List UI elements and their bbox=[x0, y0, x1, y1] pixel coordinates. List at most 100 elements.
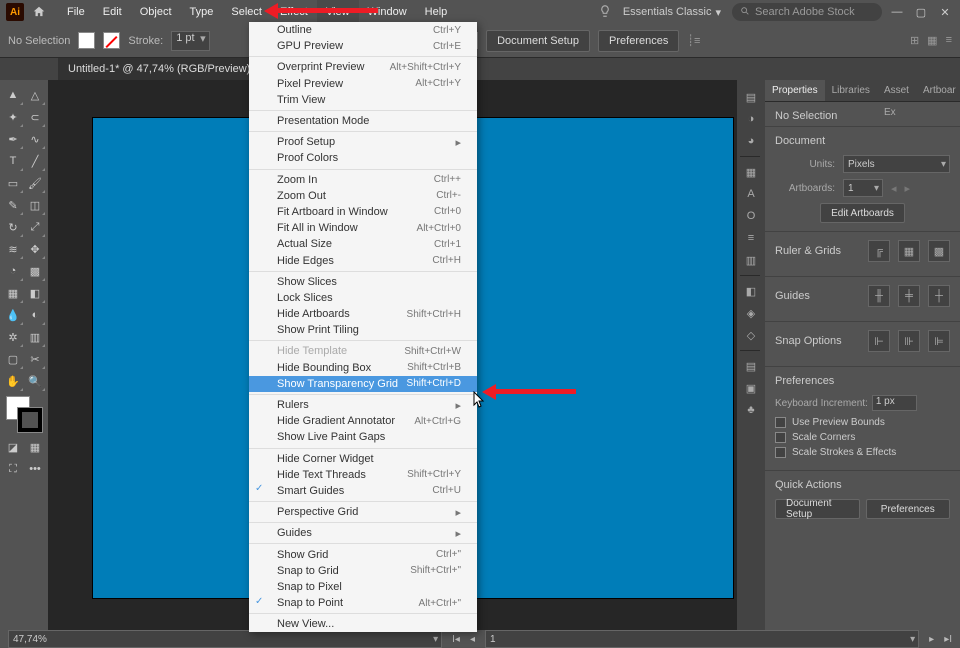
asset-export-panel-icon[interactable]: ▣ bbox=[740, 377, 762, 399]
rotate-tool[interactable]: ↻ bbox=[2, 216, 24, 238]
use-preview-bounds-check[interactable]: Use Preview Bounds bbox=[775, 417, 950, 428]
keyboard-increment-input[interactable]: 1 px bbox=[872, 395, 917, 411]
minimize-button[interactable]: — bbox=[888, 6, 906, 18]
maximize-button[interactable]: ▢ bbox=[912, 6, 930, 19]
zoom-tool[interactable]: 🔍 bbox=[24, 370, 46, 392]
view-menu-new-view-[interactable]: New View... bbox=[249, 616, 477, 632]
color-mode-color[interactable]: ◪ bbox=[2, 436, 24, 458]
rectangle-tool[interactable]: ▭ bbox=[2, 172, 24, 194]
prev-artboard-icon[interactable]: ◂ bbox=[891, 182, 897, 195]
grid-toggle-icon[interactable]: ▦ bbox=[898, 240, 920, 262]
paintbrush-tool[interactable]: 🖌 bbox=[24, 172, 46, 194]
artboards-panel-icon[interactable]: ♣ bbox=[740, 399, 762, 421]
search-stock-input[interactable]: Search Adobe Stock bbox=[732, 3, 882, 21]
view-menu-proof-colors[interactable]: Proof Colors bbox=[249, 150, 477, 166]
fill-swatch[interactable] bbox=[78, 32, 95, 49]
tab-asset-export[interactable]: Asset Ex bbox=[877, 80, 916, 101]
type-tool[interactable]: T bbox=[2, 150, 24, 172]
view-menu-gpu-preview[interactable]: GPU PreviewCtrl+E bbox=[249, 38, 477, 54]
view-menu-show-live-paint-gaps[interactable]: Show Live Paint Gaps bbox=[249, 429, 477, 445]
view-menu-snap-to-pixel[interactable]: Snap to Pixel bbox=[249, 579, 477, 595]
scale-corners-check[interactable]: Scale Corners bbox=[775, 432, 950, 443]
view-menu-perspective-grid[interactable]: Perspective Grid▸ bbox=[249, 504, 477, 520]
view-menu-outline[interactable]: OutlineCtrl+Y bbox=[249, 22, 477, 38]
next-artboard-nav-icon[interactable]: ▸ bbox=[929, 634, 934, 645]
smart-guides-icon[interactable]: ┼ bbox=[928, 285, 950, 307]
snap-point-icon[interactable]: ⊩ bbox=[868, 330, 890, 352]
view-menu-trim-view[interactable]: Trim View bbox=[249, 92, 477, 108]
view-menu-hide-corner-widget[interactable]: Hide Corner Widget bbox=[249, 451, 477, 467]
color-guide-panel-icon[interactable]: ◕ bbox=[740, 130, 762, 152]
gradient-panel-icon[interactable]: ▥ bbox=[740, 249, 762, 271]
view-menu-hide-bounding-box[interactable]: Hide Bounding BoxShift+Ctrl+B bbox=[249, 360, 477, 376]
artboard-nav-select[interactable]: 1 bbox=[485, 630, 919, 648]
edit-artboards-button[interactable]: Edit Artboards bbox=[820, 203, 905, 223]
snap-grid-icon[interactable]: ⊪ bbox=[898, 330, 920, 352]
shaper-tool[interactable]: ✎ bbox=[2, 194, 24, 216]
hand-tool[interactable]: ✋ bbox=[2, 370, 24, 392]
eraser-tool[interactable]: ◫ bbox=[24, 194, 46, 216]
document-setup-button[interactable]: Document Setup bbox=[486, 30, 590, 52]
view-menu-actual-size[interactable]: Actual SizeCtrl+1 bbox=[249, 236, 477, 252]
view-menu-fit-artboard-in-window[interactable]: Fit Artboard in WindowCtrl+0 bbox=[249, 204, 477, 220]
column-graph-tool[interactable]: ▥ bbox=[24, 326, 46, 348]
guides-lock-icon[interactable]: ╪ bbox=[898, 285, 920, 307]
transparency-panel-icon[interactable]: ◧ bbox=[740, 280, 762, 302]
layers-panel-icon[interactable]: ▤ bbox=[740, 355, 762, 377]
stroke-color[interactable] bbox=[18, 408, 42, 432]
edit-toolbar-button[interactable]: ••• bbox=[24, 458, 46, 480]
first-artboard-icon[interactable]: I◂ bbox=[452, 634, 460, 645]
view-menu-fit-all-in-window[interactable]: Fit All in WindowAlt+Ctrl+0 bbox=[249, 220, 477, 236]
view-menu-zoom-in[interactable]: Zoom InCtrl++ bbox=[249, 172, 477, 188]
units-select[interactable]: Pixels bbox=[843, 155, 950, 173]
menu-help[interactable]: Help bbox=[416, 0, 457, 24]
appearance-panel-icon[interactable]: ◈ bbox=[740, 302, 762, 324]
shape-builder-tool[interactable]: ◔ bbox=[2, 260, 24, 282]
scale-strokes-check[interactable]: Scale Strokes & Effects bbox=[775, 447, 950, 458]
view-menu-pixel-preview[interactable]: Pixel PreviewAlt+Ctrl+Y bbox=[249, 76, 477, 92]
free-transform-tool[interactable]: ✥ bbox=[24, 238, 46, 260]
curvature-tool[interactable]: ∿ bbox=[24, 128, 46, 150]
transparency-grid-icon[interactable]: ▩ bbox=[928, 240, 950, 262]
view-menu-show-grid[interactable]: Show GridCtrl+" bbox=[249, 546, 477, 562]
blend-tool[interactable]: ◐ bbox=[24, 304, 46, 326]
tab-libraries[interactable]: Libraries bbox=[825, 80, 877, 101]
view-menu-hide-text-threads[interactable]: Hide Text ThreadsShift+Ctrl+Y bbox=[249, 467, 477, 483]
last-artboard-icon[interactable]: ▸I bbox=[944, 634, 952, 645]
eyedropper-tool[interactable]: 💧 bbox=[2, 304, 24, 326]
preferences-button[interactable]: Preferences bbox=[598, 30, 679, 52]
symbols-panel-icon[interactable]: O bbox=[740, 205, 762, 227]
ruler-toggle-icon[interactable]: ╔ bbox=[868, 240, 890, 262]
menu-file[interactable]: File bbox=[58, 0, 94, 24]
tab-artboards[interactable]: Artboar bbox=[916, 80, 960, 101]
guides-visibility-icon[interactable]: ╫ bbox=[868, 285, 890, 307]
magic-wand-tool[interactable]: ✦ bbox=[2, 106, 24, 128]
view-menu-snap-to-point[interactable]: ✓Snap to PointAlt+Ctrl+" bbox=[249, 595, 477, 611]
view-menu-lock-slices[interactable]: Lock Slices bbox=[249, 290, 477, 306]
scale-tool[interactable]: ⤢ bbox=[24, 216, 46, 238]
transform-icon[interactable]: ▦ bbox=[927, 34, 937, 47]
stroke-panel-icon[interactable]: ≡ bbox=[740, 227, 762, 249]
menu-edit[interactable]: Edit bbox=[94, 0, 131, 24]
align-icon[interactable]: ⊞ bbox=[910, 34, 919, 47]
qa-preferences-button[interactable]: Preferences bbox=[866, 499, 951, 519]
next-artboard-icon[interactable]: ▸ bbox=[905, 182, 911, 195]
color-panel-icon[interactable]: ◑ bbox=[740, 108, 762, 130]
line-segment-tool[interactable]: ╱ bbox=[24, 150, 46, 172]
fill-stroke-control[interactable] bbox=[6, 396, 42, 432]
view-menu-show-transparency-grid[interactable]: Show Transparency GridShift+Ctrl+D bbox=[249, 376, 477, 392]
selection-tool[interactable]: ▲ bbox=[2, 84, 24, 106]
snap-pixel-icon[interactable]: ⊫ bbox=[928, 330, 950, 352]
perspective-grid-tool[interactable]: ▩ bbox=[24, 260, 46, 282]
menu-object[interactable]: Object bbox=[131, 0, 181, 24]
pen-tool[interactable]: ✒ bbox=[2, 128, 24, 150]
view-menu-smart-guides[interactable]: ✓Smart GuidesCtrl+U bbox=[249, 483, 477, 499]
view-menu-show-print-tiling[interactable]: Show Print Tiling bbox=[249, 322, 477, 338]
close-button[interactable]: ✕ bbox=[936, 6, 954, 19]
stroke-weight-select[interactable]: 1 pt bbox=[171, 31, 209, 51]
slice-tool[interactable]: ✂ bbox=[24, 348, 46, 370]
view-menu-snap-to-grid[interactable]: Snap to GridShift+Ctrl+" bbox=[249, 563, 477, 579]
tab-properties[interactable]: Properties bbox=[765, 80, 825, 101]
align-pixel-icon[interactable]: ┊≡ bbox=[687, 34, 700, 47]
view-menu-guides[interactable]: Guides▸ bbox=[249, 525, 477, 541]
